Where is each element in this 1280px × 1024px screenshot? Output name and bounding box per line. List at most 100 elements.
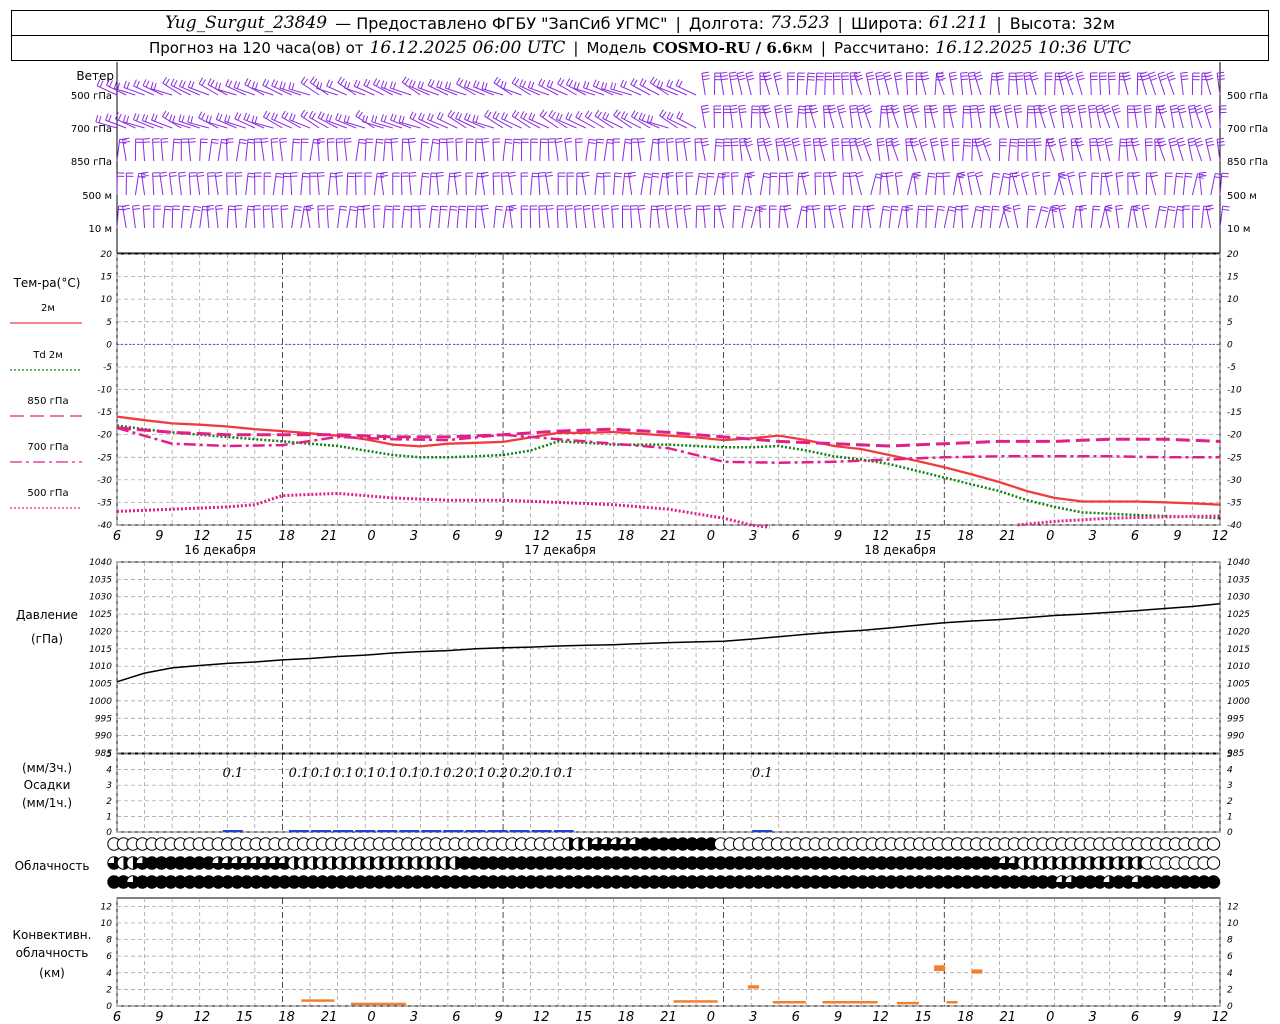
wind-barb [1132,171,1141,196]
wind-barb [676,111,697,129]
wind-barb-flag [623,80,627,88]
wind-barb-flag [356,80,361,88]
wind-barb-flag [906,208,914,210]
wind-barb [427,112,449,129]
wind-barb-flag [587,112,593,119]
wind-barb-flag [308,110,314,118]
wind-barb-flag [398,115,402,123]
wind-barb-flag [1068,107,1076,111]
wind-barb-flag [281,110,286,118]
wind-barb-shaft [824,72,826,96]
wind-barb-flag [659,109,664,116]
wind-barb [621,205,630,229]
wind-barb-flag [143,141,151,143]
wind-barb [1182,205,1190,229]
conv-x-tick: 21 [660,1010,677,1024]
wind-barb-flag [1205,137,1213,141]
wind-barb [1169,104,1179,129]
wind-barb [1132,204,1141,229]
wind-barb [1012,204,1021,229]
precip-total-label: 0.1 [752,766,773,781]
wind-barb-flag [1028,205,1036,208]
wind-barb-flag [1150,77,1158,81]
wind-barb-flag [957,171,965,174]
pressure-tick-label: 1035 [89,575,112,585]
wind-barb-flag [236,81,241,89]
wind-barb-flag [565,204,573,207]
precip-bar [421,830,442,832]
wind-barb-flag [214,81,218,89]
wind-barb-flag [684,208,692,210]
precip-total-label: 0.1 [333,766,354,781]
wind-barb-flag [1028,208,1036,211]
wind-barb [196,171,205,196]
wind-barb [1149,171,1159,196]
wind-barb-flag [1013,207,1021,211]
wind-barb-flag [142,138,150,140]
wind-barb-flag [1089,111,1097,114]
wind-barb [530,138,538,162]
wind-barb [974,137,984,162]
wind-barb [1205,204,1214,229]
wind-barb [1191,72,1200,96]
wind-barb [1079,204,1087,229]
cloud-symbol [1206,875,1221,889]
wind-barb [500,172,509,196]
wind-barb-flag [885,137,893,140]
wind-barb-flag [363,208,371,210]
wind-barb [1046,137,1057,162]
pressure-tick-label-right: 1010 [1227,662,1250,672]
wind-barb-flag [1187,137,1195,140]
precip-total-label: 0.1 [311,766,332,781]
wind-barb-flag [514,78,520,86]
temp-tick-label-right: -15 [1227,408,1242,418]
wind-barb-flag [837,104,845,108]
wind-barb-flag [1159,205,1167,209]
wind-barb-flag [551,111,556,119]
wind-barb-flag [108,80,113,87]
wind-barb [736,71,746,96]
conv-tick-label: 4 [106,969,112,979]
temp-tick-label: 0 [106,340,112,350]
wind-barb-flag [1142,204,1150,207]
wind-barb [507,171,516,196]
wind-barb-flag [247,79,252,87]
wind-barb-flag [319,82,323,90]
wind-barb-flag [123,140,131,144]
wind-barb-flag [132,208,140,210]
wind-barb [1008,72,1017,96]
wind-barb-flag [439,81,443,89]
wind-barb-flag [1217,144,1225,147]
wind-barb-flag [643,176,651,179]
wind-barb-flag [1067,104,1075,108]
wind-barb [152,138,160,162]
wind-barb-flag [950,110,958,114]
wind-barb [823,105,831,129]
wind-barb-flag [317,175,325,177]
wind-barb-shaft [530,173,533,196]
wind-barb-flag [1171,111,1179,114]
wind-barb-flag [763,172,771,175]
precip-tick-label-right: 3 [1227,781,1233,791]
wind-barb [537,172,546,196]
wind-barb [1140,71,1150,96]
wind-barb [1125,137,1134,162]
wind-barb-flag [1144,104,1152,107]
wind-barb-flag [683,137,691,140]
wind-barb-flag [1221,172,1229,175]
wind-barb-flag [1144,111,1152,114]
wind-barb [224,114,246,129]
conv-bar [673,1000,718,1003]
wind-barb-flag [95,115,99,123]
wind-barb-flag [884,74,892,78]
wind-barb-flag [1158,209,1166,212]
wind-barb [738,104,747,129]
wind-barb-flag [198,111,203,119]
wind-barb [234,205,243,229]
wind-barb-flag [380,114,384,122]
wind-barb [828,204,837,229]
wind-barb-flag [393,114,397,122]
wind-barb-flag [1088,108,1096,110]
wind-barb-flag [1105,206,1113,209]
wind-barb [280,205,289,229]
